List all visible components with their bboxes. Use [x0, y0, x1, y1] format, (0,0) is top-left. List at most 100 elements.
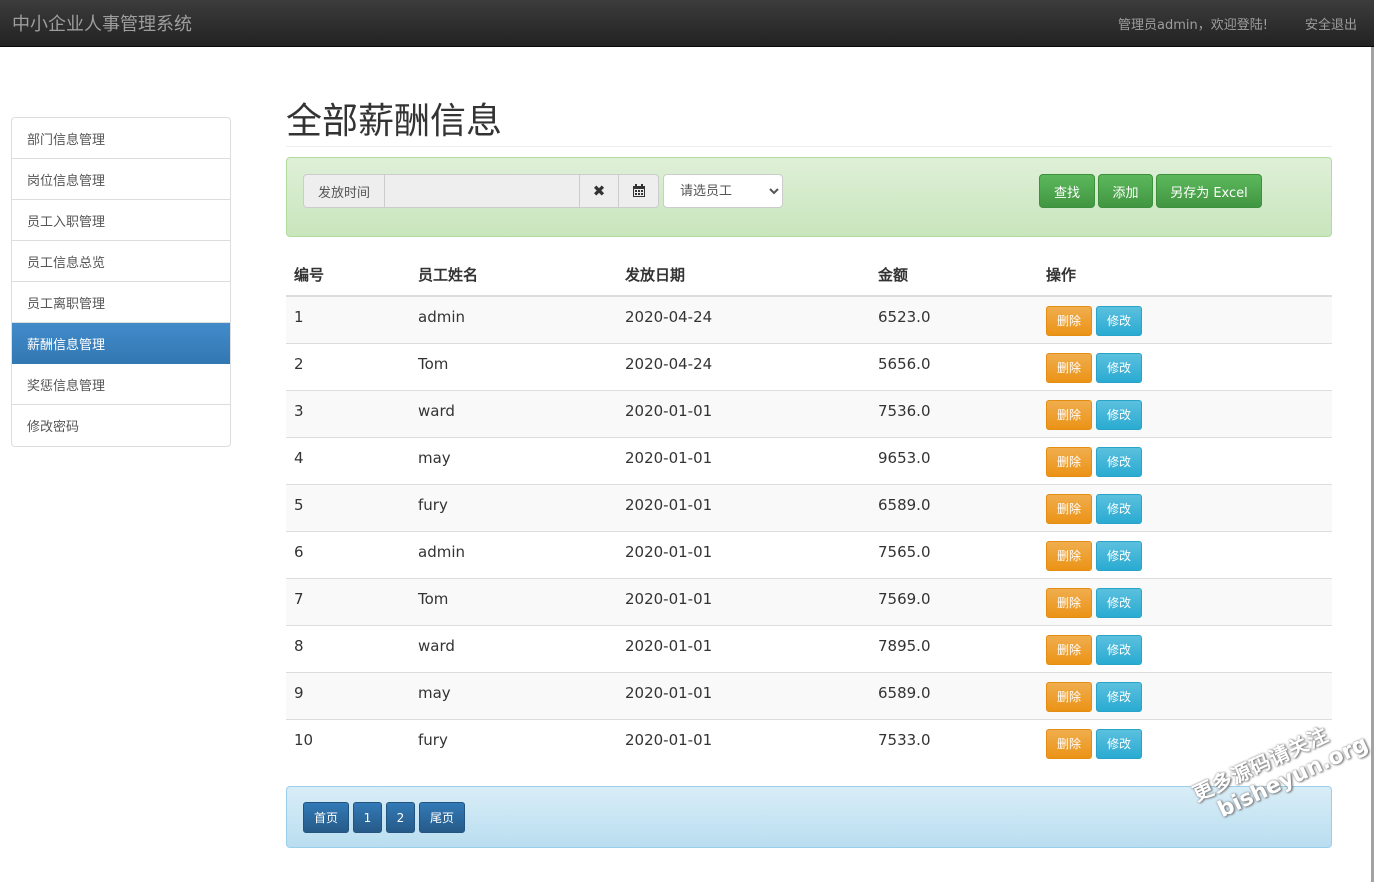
cell-date: 2020-01-01	[617, 436, 870, 484]
delete-button[interactable]: 删除	[1046, 681, 1092, 712]
table-row: 3 ward 2020-01-01 7536.0 删除 修改	[286, 389, 1332, 437]
table-row: 2 Tom 2020-04-24 5656.0 删除 修改	[286, 342, 1332, 390]
cell-id: 7	[286, 577, 410, 625]
title-divider	[286, 146, 1332, 147]
sidebar-item-employee-overview[interactable]: 员工信息总览	[12, 241, 230, 282]
delete-button[interactable]: 删除	[1046, 352, 1092, 383]
cell-name: ward	[410, 389, 617, 437]
edit-button[interactable]: 修改	[1096, 352, 1142, 383]
export-excel-button[interactable]: 另存为 Excel	[1156, 174, 1262, 208]
table-row: 10 fury 2020-01-01 7533.0 删除 修改	[286, 718, 1332, 766]
search-panel: 发放时间 ✖ 请选员工 查找 添加 另存为 Excel	[286, 157, 1332, 237]
table-row: 5 fury 2020-01-01 6589.0 删除 修改	[286, 483, 1332, 531]
cell-name: Tom	[410, 577, 617, 625]
delete-button[interactable]: 删除	[1046, 540, 1092, 571]
edit-button[interactable]: 修改	[1096, 493, 1142, 524]
sidebar-item-salary[interactable]: 薪酬信息管理	[12, 323, 230, 364]
cell-date: 2020-01-01	[617, 718, 870, 766]
first-page-button[interactable]: 首页	[303, 802, 349, 833]
edit-button[interactable]: 修改	[1096, 681, 1142, 712]
cell-name: admin	[410, 530, 617, 578]
edit-button[interactable]: 修改	[1096, 634, 1142, 665]
add-button[interactable]: 添加	[1098, 174, 1153, 208]
delete-button[interactable]: 删除	[1046, 587, 1092, 618]
calendar-icon[interactable]	[618, 174, 659, 208]
edit-button[interactable]: 修改	[1096, 728, 1142, 759]
find-button[interactable]: 查找	[1039, 174, 1095, 208]
cell-id: 8	[286, 624, 410, 672]
cell-id: 2	[286, 342, 410, 390]
cell-amount: 6589.0	[870, 483, 1038, 531]
cell-date: 2020-04-24	[617, 342, 870, 390]
edit-button[interactable]: 修改	[1096, 306, 1142, 336]
table-row: 7 Tom 2020-01-01 7569.0 删除 修改	[286, 577, 1332, 625]
cell-actions: 删除 修改	[1038, 342, 1332, 390]
table-row: 9 may 2020-01-01 6589.0 删除 修改	[286, 671, 1332, 719]
cell-amount: 5656.0	[870, 342, 1038, 390]
cell-name: fury	[410, 483, 617, 531]
cell-date: 2020-01-01	[617, 577, 870, 625]
delete-button[interactable]: 删除	[1046, 493, 1092, 524]
employee-select[interactable]: 请选员工	[663, 174, 783, 208]
cell-amount: 6523.0	[870, 295, 1038, 343]
date-input[interactable]	[384, 174, 580, 208]
cell-date: 2020-01-01	[617, 389, 870, 437]
cell-actions: 删除 修改	[1038, 718, 1332, 766]
cell-amount: 7533.0	[870, 718, 1038, 766]
cell-date: 2020-01-01	[617, 624, 870, 672]
clear-icon[interactable]: ✖	[579, 174, 619, 208]
cell-name: ward	[410, 624, 617, 672]
cell-amount: 7569.0	[870, 577, 1038, 625]
cell-actions: 删除 修改	[1038, 389, 1332, 437]
cell-amount: 7565.0	[870, 530, 1038, 578]
sidebar-item-department[interactable]: 部门信息管理	[12, 118, 230, 159]
navbar-right: 管理员admin，欢迎登陆! 安全退出	[1118, 0, 1374, 47]
cell-name: may	[410, 436, 617, 484]
delete-button[interactable]: 删除	[1046, 728, 1092, 759]
cell-id: 4	[286, 436, 410, 484]
calendar-glyph	[632, 184, 645, 197]
page-1-button[interactable]: 1	[353, 802, 382, 833]
edit-button[interactable]: 修改	[1096, 540, 1142, 571]
cell-id: 9	[286, 671, 410, 719]
pagination: 首页 1 2 尾页	[303, 802, 469, 833]
delete-button[interactable]: 删除	[1046, 399, 1092, 430]
pagination-panel: 首页 1 2 尾页	[286, 786, 1332, 848]
delete-button[interactable]: 删除	[1046, 306, 1092, 336]
cell-date: 2020-04-24	[617, 295, 870, 343]
delete-button[interactable]: 删除	[1046, 446, 1092, 477]
sidebar-item-position[interactable]: 岗位信息管理	[12, 159, 230, 200]
cell-id: 5	[286, 483, 410, 531]
sidebar-item-resignation[interactable]: 员工离职管理	[12, 282, 230, 323]
app-brand[interactable]: 中小企业人事管理系统	[12, 10, 192, 36]
cell-actions: 删除 修改	[1038, 295, 1332, 343]
cell-id: 10	[286, 718, 410, 766]
table-header-row: 编号 员工姓名 发放日期 金额 操作	[286, 254, 1332, 297]
sidebar-item-rewards[interactable]: 奖惩信息管理	[12, 364, 230, 405]
edit-button[interactable]: 修改	[1096, 587, 1142, 618]
edit-button[interactable]: 修改	[1096, 399, 1142, 430]
table-row: 4 may 2020-01-01 9653.0 删除 修改	[286, 436, 1332, 484]
delete-button[interactable]: 删除	[1046, 634, 1092, 665]
table-row: 6 admin 2020-01-01 7565.0 删除 修改	[286, 530, 1332, 578]
table-row: 1 admin 2020-04-24 6523.0 删除 修改	[286, 295, 1332, 343]
cell-actions: 删除 修改	[1038, 671, 1332, 719]
last-page-button[interactable]: 尾页	[419, 802, 465, 833]
logout-link[interactable]: 安全退出	[1305, 14, 1357, 33]
cell-amount: 7895.0	[870, 624, 1038, 672]
page-title: 全部薪酬信息	[286, 101, 503, 142]
top-navbar: 中小企业人事管理系统 管理员admin，欢迎登陆! 安全退出	[0, 0, 1374, 47]
sidebar-item-onboarding[interactable]: 员工入职管理	[12, 200, 230, 241]
cell-actions: 删除 修改	[1038, 483, 1332, 531]
header-date: 发放日期	[617, 254, 870, 297]
page-2-button[interactable]: 2	[386, 802, 415, 833]
cell-date: 2020-01-01	[617, 671, 870, 719]
cell-date: 2020-01-01	[617, 483, 870, 531]
sidebar-item-change-password[interactable]: 修改密码	[12, 405, 230, 446]
cell-amount: 7536.0	[870, 389, 1038, 437]
cell-name: admin	[410, 295, 617, 343]
cell-name: Tom	[410, 342, 617, 390]
header-actions: 操作	[1038, 254, 1332, 297]
edit-button[interactable]: 修改	[1096, 446, 1142, 477]
cell-name: may	[410, 671, 617, 719]
